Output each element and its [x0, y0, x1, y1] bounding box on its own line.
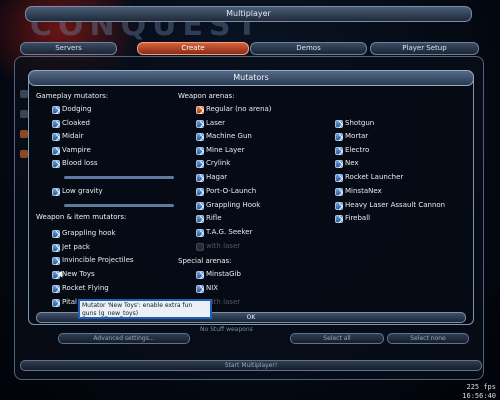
tab-player-setup[interactable]: Player Setup — [370, 42, 479, 55]
hagar-arena-label: Hagar — [206, 173, 228, 181]
start-multiplayer-button[interactable]: Start Multiplayer! — [20, 360, 482, 371]
dialog-title: Mutators — [28, 70, 474, 86]
jet-pack-checkbox[interactable] — [52, 244, 60, 252]
invincible-projectiles-checkbox[interactable] — [52, 257, 60, 265]
with-laser-label: with laser — [206, 242, 241, 250]
midair-label: Midair — [62, 132, 84, 140]
rifle-arena-checkbox[interactable] — [196, 215, 204, 223]
new-toys-tooltip: Mutator 'New Toys': enable extra fun gun… — [78, 299, 212, 319]
low-gravity-checkbox[interactable] — [52, 188, 60, 196]
dodging-label: Dodging — [62, 105, 92, 113]
with-laser-checkbox — [196, 243, 204, 251]
tag-seeker-arena-label: T.A.G. Seeker — [206, 228, 253, 236]
minstagib-arena-label: MinstaGib — [206, 270, 241, 278]
minstagib-arena-checkbox[interactable] — [196, 271, 204, 279]
dodging-checkbox[interactable] — [52, 106, 60, 114]
gameplay-mutators-header: Gameplay mutators: — [36, 92, 109, 100]
mortar-arena-checkbox[interactable] — [335, 133, 343, 141]
rocket-flying-checkbox[interactable] — [52, 285, 60, 293]
blood-loss-slider[interactable] — [64, 176, 174, 179]
cloaked-checkbox[interactable] — [52, 120, 60, 128]
hagar-arena-checkbox[interactable] — [196, 174, 204, 182]
cloaked-label: Cloaked — [62, 119, 90, 127]
fireball-arena-label: Fireball — [345, 214, 371, 222]
vampire-checkbox[interactable] — [52, 147, 60, 155]
select-none-button[interactable]: Select none — [387, 333, 469, 344]
shotgun-arena-checkbox[interactable] — [335, 120, 343, 128]
window-title: Multiplayer — [25, 6, 472, 22]
background-checkbox — [20, 130, 28, 138]
blood-loss-label: Blood loss — [62, 159, 98, 167]
port-o-launch-arena-label: Port-O-Launch — [206, 187, 257, 195]
pital-label: Pital — [62, 298, 77, 306]
shotgun-arena-label: Shotgun — [345, 119, 375, 127]
electro-arena-label: Electro — [345, 146, 370, 154]
background-checkbox — [20, 110, 28, 118]
crylink-arena-checkbox[interactable] — [196, 160, 204, 168]
rifle-arena-label: Rifle — [206, 214, 222, 222]
new-toys-label: New Toys — [62, 270, 95, 278]
mine-layer-arena-checkbox[interactable] — [196, 147, 204, 155]
tag-seeker-arena-checkbox[interactable] — [196, 229, 204, 237]
grappling-hook-checkbox[interactable] — [52, 230, 60, 238]
rocket-launcher-arena-label: Rocket Launcher — [345, 173, 404, 181]
regular-arena-label: Regular (no arena) — [206, 105, 272, 113]
hlac-arena-checkbox[interactable] — [335, 202, 343, 210]
special-arenas-header: Special arenas: — [178, 257, 232, 265]
pital-checkbox[interactable] — [52, 299, 60, 307]
hlac-arena-label: Heavy Laser Assault Cannon — [345, 201, 446, 209]
rocket-flying-label: Rocket Flying — [62, 284, 109, 292]
nex-arena-checkbox[interactable] — [335, 160, 343, 168]
nex-arena-label: Nex — [345, 159, 359, 167]
mortar-arena-label: Mortar — [345, 132, 369, 140]
machine-gun-arena-label: Machine Gun — [206, 132, 252, 140]
weapon-item-mutators-header: Weapon & item mutators: — [36, 213, 127, 221]
minstanex-arena-label: MinstaNex — [345, 187, 382, 195]
tab-demos[interactable]: Demos — [250, 42, 367, 55]
no-stuff-weapons-label: No Stuff weapons — [200, 326, 253, 333]
laser-arena-checkbox[interactable] — [196, 120, 204, 128]
rocket-launcher-arena-checkbox[interactable] — [335, 174, 343, 182]
invincible-projectiles-label: Invincible Projectiles — [62, 256, 134, 264]
weapon-arenas-header: Weapon arenas: — [178, 92, 235, 100]
regular-arena-radio[interactable] — [196, 106, 204, 114]
blood-loss-checkbox[interactable] — [52, 160, 60, 168]
fireball-arena-checkbox[interactable] — [335, 215, 343, 223]
select-all-button[interactable]: Select all — [290, 333, 384, 344]
midair-checkbox[interactable] — [52, 133, 60, 141]
background-checkbox — [20, 90, 28, 98]
nix-arena-label: NIX — [206, 284, 219, 292]
grappling-hook-arena-checkbox[interactable] — [196, 202, 204, 210]
background-checkbox — [20, 150, 28, 158]
machine-gun-arena-checkbox[interactable] — [196, 133, 204, 141]
advanced-settings-button[interactable]: Advanced settings... — [58, 333, 190, 344]
electro-arena-checkbox[interactable] — [335, 147, 343, 155]
low-gravity-label: Low gravity — [62, 187, 103, 195]
tab-servers[interactable]: Servers — [20, 42, 117, 55]
low-gravity-slider[interactable] — [64, 204, 174, 207]
crylink-arena-label: Crylink — [206, 159, 231, 167]
grappling-hook-label: Grappling hook — [62, 229, 116, 237]
jet-pack-label: Jet pack — [62, 243, 90, 251]
grappling-hook-arena-label: Grappling Hook — [206, 201, 261, 209]
tab-create[interactable]: Create — [137, 42, 249, 55]
clock: 16:56:40 — [462, 392, 496, 400]
minstanex-arena-checkbox[interactable] — [335, 188, 343, 196]
vampire-label: Vampire — [62, 146, 91, 154]
laser-arena-label: Laser — [206, 119, 226, 127]
mine-layer-arena-label: Mine Layer — [206, 146, 245, 154]
port-o-launch-arena-checkbox[interactable] — [196, 188, 204, 196]
fps-counter: 225 fps — [466, 383, 496, 391]
nix-arena-checkbox[interactable] — [196, 285, 204, 293]
